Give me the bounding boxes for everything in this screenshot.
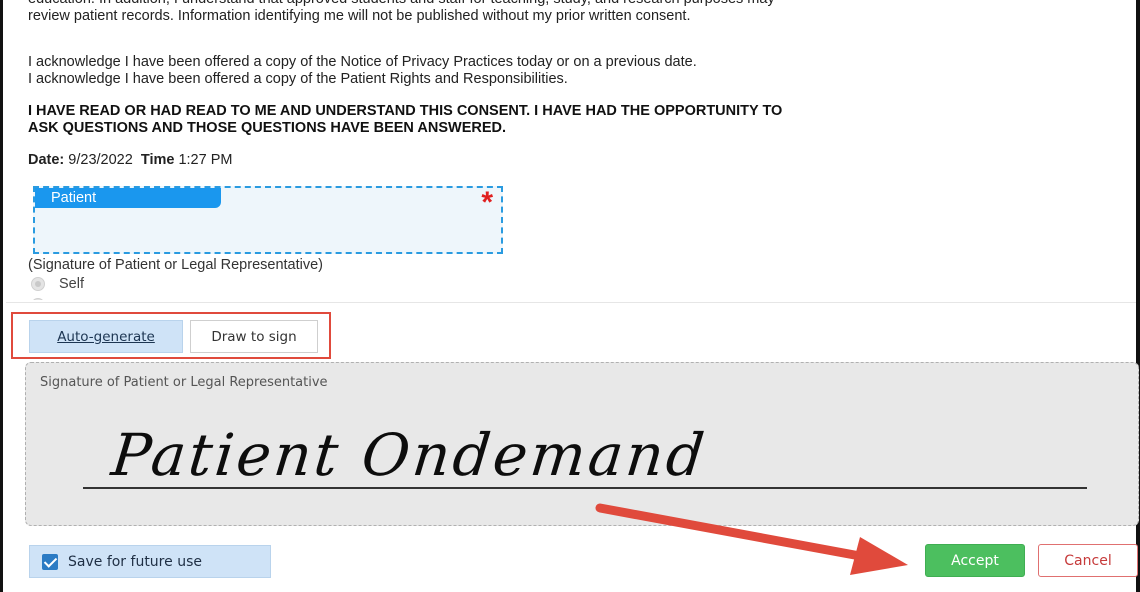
radio-button[interactable] xyxy=(31,277,45,291)
time-value: 1:27 PM xyxy=(178,152,233,168)
signature-caption: (Signature of Patient or Legal Represent… xyxy=(28,257,324,273)
tab-draw-to-sign[interactable]: Draw to sign xyxy=(190,320,318,353)
save-for-future-use-label: Save for future use xyxy=(68,553,202,570)
date-label: Date: xyxy=(28,152,65,168)
cancel-button[interactable]: Cancel xyxy=(1038,544,1138,577)
required-indicator: * xyxy=(481,186,493,219)
consent-line: education. In addition, I understand tha… xyxy=(28,0,775,8)
consent-line: review patient records. Information iden… xyxy=(28,8,691,24)
save-for-future-use-toggle[interactable]: Save for future use xyxy=(29,545,271,578)
consent-document: education. In addition, I understand tha… xyxy=(28,0,1118,300)
signature-baseline xyxy=(83,487,1087,489)
consent-paragraph-1: education. In addition, I understand tha… xyxy=(28,0,775,25)
consent-statement-line: I HAVE READ OR HAD READ TO ME AND UNDERS… xyxy=(28,103,783,119)
window-frame-left xyxy=(0,0,3,592)
signature-pad-label: Signature of Patient or Legal Representa… xyxy=(40,375,328,390)
acknowledgement-line: I acknowledge I have been offered a copy… xyxy=(28,71,568,87)
date-value: 9/23/2022 xyxy=(68,152,133,168)
radio-label: Self xyxy=(59,276,84,292)
patient-signature-field[interactable]: Patient * xyxy=(33,186,503,254)
date-time-line: Date: 9/23/2022 Time 1:27 PM xyxy=(28,152,232,168)
generated-signature: Patient Ondemand xyxy=(108,421,711,489)
acknowledgement-line: I acknowledge I have been offered a copy… xyxy=(28,54,697,70)
checkbox-checked-icon[interactable] xyxy=(42,553,58,570)
accept-button[interactable]: Accept xyxy=(925,544,1025,577)
consent-statement-line: ASK QUESTIONS AND THOSE QUESTIONS HAVE B… xyxy=(28,120,507,136)
tab-auto-generate[interactable]: Auto-generate xyxy=(29,320,183,353)
radio-option-partial[interactable] xyxy=(31,296,45,300)
consent-statement: I HAVE READ OR HAD READ TO ME AND UNDERS… xyxy=(28,103,782,137)
signature-pad[interactable]: Signature of Patient or Legal Representa… xyxy=(25,362,1139,526)
acknowledgement-paragraph: I acknowledge I have been offered a copy… xyxy=(28,54,697,88)
panel-divider xyxy=(6,302,1136,303)
radio-button[interactable] xyxy=(31,298,45,300)
signature-field-tab: Patient xyxy=(35,188,221,208)
radio-option-self[interactable]: Self xyxy=(31,276,84,292)
time-label: Time xyxy=(140,152,175,168)
